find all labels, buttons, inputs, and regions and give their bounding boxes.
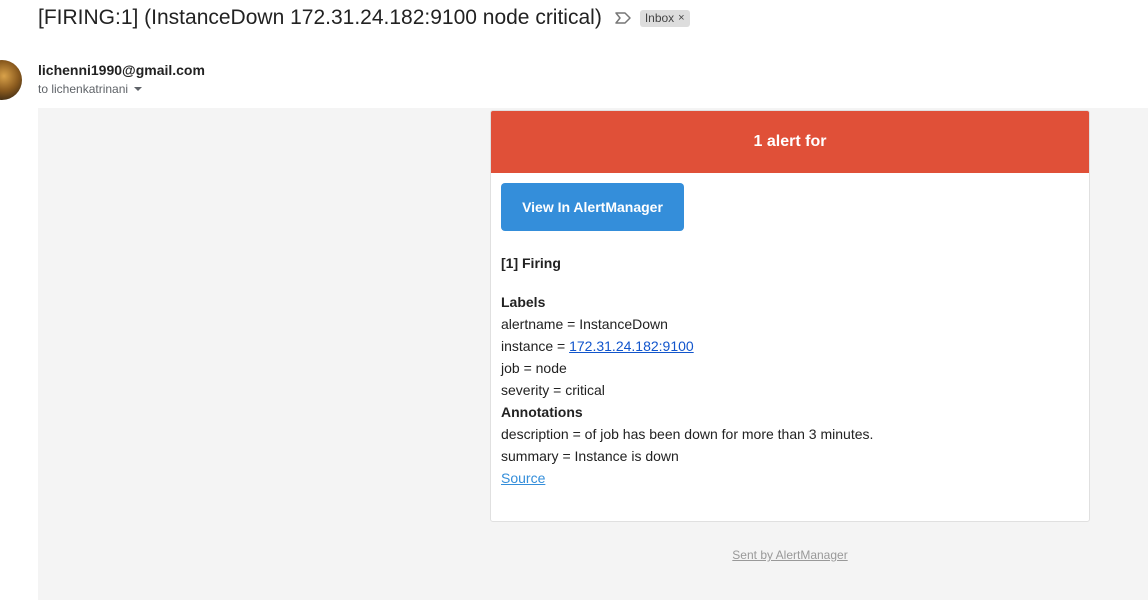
remove-label-icon[interactable]: × [678,12,684,24]
avatar[interactable] [0,60,22,100]
label-job: job = node [501,360,567,376]
source-link[interactable]: Source [501,470,545,486]
label-instance-prefix: instance = [501,338,570,354]
label-alertname: alertname = InstanceDown [501,316,668,332]
alert-body: View In AlertManager [1] Firing Labels a… [491,173,1089,489]
inbox-label-chip[interactable]: Inbox × [639,9,690,27]
annotation-summary: summary = Instance is down [501,448,679,464]
recipient-text: to lichenkatrinani [38,82,129,96]
labels-title: Labels [501,294,546,310]
view-in-alertmanager-button[interactable]: View In AlertManager [501,183,684,231]
email-subject: [FIRING:1] (InstanceDown 172.31.24.182:9… [38,6,602,29]
label-arrow-icon[interactable] [614,11,632,25]
annotations-title: Annotations [501,404,583,420]
label-severity: severity = critical [501,382,605,398]
label-instance: instance = 172.31.24.182:9100 [501,335,1079,357]
firing-title: [1] Firing [501,255,561,271]
show-details-caret-icon[interactable] [134,87,143,91]
alert-header: 1 alert for [491,111,1089,173]
email-subject-row: [FIRING:1] (InstanceDown 172.31.24.182:9… [38,4,690,32]
instance-link[interactable]: 172.31.24.182:9100 [569,338,694,354]
recipient-line: to lichenkatrinani [38,82,143,96]
footer: Sent by AlertManager [490,548,1090,562]
inbox-label-text: Inbox [644,11,675,25]
sent-by-alertmanager-link[interactable]: Sent by AlertManager [732,548,847,562]
sender-email[interactable]: lichenni1990@gmail.com [38,62,205,78]
annotation-description: description = of job has been down for m… [501,426,874,442]
alert-card: 1 alert for View In AlertManager [1] Fir… [490,110,1090,522]
